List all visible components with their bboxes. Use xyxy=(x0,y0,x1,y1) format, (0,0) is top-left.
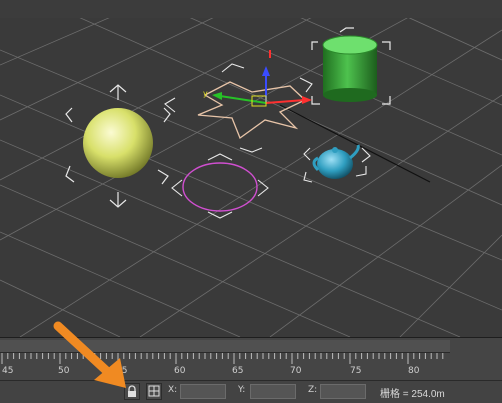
track-bar-ruler[interactable]: 45 50 55 60 65 70 75 80 xyxy=(0,353,450,381)
transform-gizmo[interactable]: y xyxy=(203,50,312,107)
sphere-object[interactable] xyxy=(65,84,171,208)
grid-axis-line xyxy=(279,104,431,183)
tick-label-55: 55 xyxy=(116,366,128,376)
teapot-object[interactable] xyxy=(303,144,371,183)
selection-lock-button[interactable] xyxy=(124,383,140,400)
circle-shape[interactable] xyxy=(171,153,269,219)
lock-icon xyxy=(128,385,136,397)
absolute-mode-toggle[interactable] xyxy=(146,383,162,400)
time-slider-track[interactable] xyxy=(0,340,450,353)
tick-label-80: 80 xyxy=(408,366,420,376)
status-bar: X: Y: Z: 栅格 = 254.0m xyxy=(0,380,502,403)
tick-label-65: 65 xyxy=(232,366,244,376)
z-coord-label: Z: xyxy=(308,385,318,395)
perspective-viewport[interactable]: y xyxy=(0,0,502,337)
grid-size-readout: 栅格 = 254.0m xyxy=(380,389,445,400)
tick-label-70: 70 xyxy=(290,366,302,376)
tick-label-75: 75 xyxy=(350,366,362,376)
cylinder-object[interactable] xyxy=(311,27,391,105)
svg-text:y: y xyxy=(203,89,208,98)
z-coord-field[interactable] xyxy=(320,384,366,399)
absolute-mode-icon xyxy=(148,385,160,397)
x-coord-field[interactable] xyxy=(180,384,226,399)
viewport-top-strip xyxy=(0,0,502,18)
viewport-scene: y xyxy=(0,0,502,337)
timeline[interactable]: 45 50 55 60 65 70 75 80 xyxy=(0,337,502,381)
y-coord-label: Y: xyxy=(238,385,246,395)
tick-label-50: 50 xyxy=(58,366,70,376)
app-window: y 45 50 55 60 65 70 75 80 X: Y: Z: 栅格 = … xyxy=(0,0,502,403)
star-shape[interactable] xyxy=(164,63,313,153)
x-coord-label: X: xyxy=(168,385,178,395)
tick-label-60: 60 xyxy=(174,366,186,376)
tick-label-45: 45 xyxy=(2,366,14,376)
y-coord-field[interactable] xyxy=(250,384,296,399)
grid xyxy=(0,0,502,337)
